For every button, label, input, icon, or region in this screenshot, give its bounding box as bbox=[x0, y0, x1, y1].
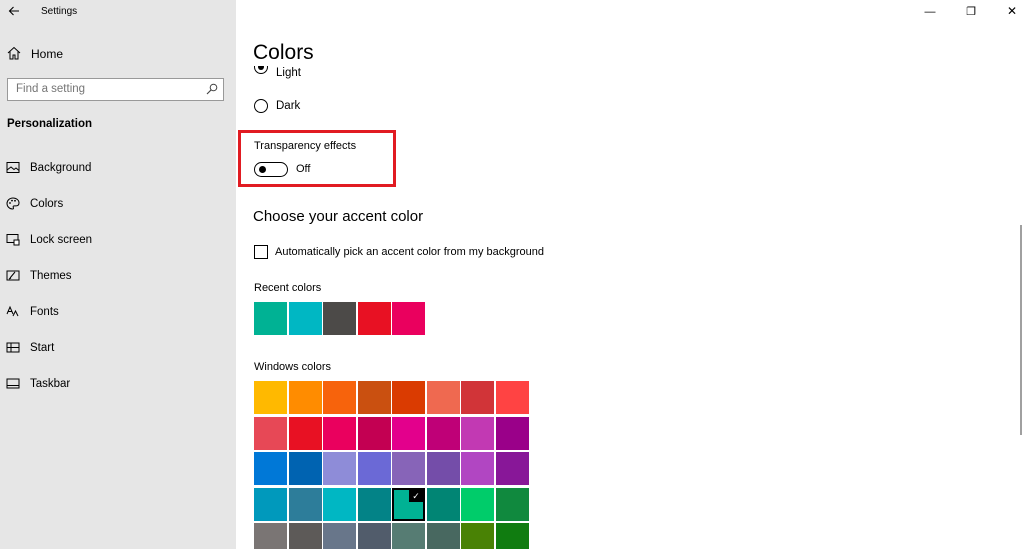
windows-color-swatch[interactable] bbox=[357, 416, 391, 450]
sidebar-item-background[interactable]: Background bbox=[0, 155, 236, 181]
windows-color-swatch[interactable] bbox=[288, 487, 322, 521]
windows-color-swatch[interactable] bbox=[495, 452, 529, 485]
sidebar-item-label: Fonts bbox=[30, 306, 59, 318]
sidebar-item-lock-screen[interactable]: Lock screen bbox=[0, 227, 236, 253]
windows-color-swatch[interactable] bbox=[495, 416, 529, 450]
title-backdrop bbox=[236, 0, 1024, 70]
search-icon[interactable] bbox=[206, 83, 218, 95]
windows-color-swatch[interactable] bbox=[254, 416, 287, 450]
sidebar: Settings Home Personalization Background… bbox=[0, 0, 236, 549]
windows-color-swatch[interactable] bbox=[357, 452, 391, 485]
windows-color-swatch[interactable] bbox=[392, 452, 425, 485]
recent-color-swatch[interactable] bbox=[288, 302, 322, 335]
taskbar-icon bbox=[6, 378, 20, 389]
sidebar-item-label: Colors bbox=[30, 198, 64, 210]
windows-color-swatch[interactable] bbox=[357, 381, 391, 414]
windows-colors-label: Windows colors bbox=[254, 361, 332, 373]
lock-screen-icon bbox=[6, 234, 20, 246]
recent-color-swatch[interactable] bbox=[357, 302, 391, 335]
auto-pick-label: Automatically pick an accent color from … bbox=[275, 246, 545, 258]
section-title: Personalization bbox=[7, 118, 92, 130]
dark-radio-label: Dark bbox=[276, 100, 301, 112]
windows-color-swatch[interactable]: ✓ bbox=[392, 487, 425, 521]
search-input[interactable] bbox=[16, 83, 196, 95]
windows-color-swatch[interactable] bbox=[323, 381, 356, 414]
windows-color-swatch[interactable] bbox=[392, 381, 425, 414]
windows-color-swatch[interactable] bbox=[254, 452, 287, 485]
palette-icon bbox=[6, 197, 20, 210]
windows-color-swatch[interactable] bbox=[323, 452, 356, 485]
sidebar-item-taskbar[interactable]: Taskbar bbox=[0, 371, 236, 397]
windows-color-swatch[interactable] bbox=[357, 523, 391, 549]
scrollbar[interactable] bbox=[1020, 225, 1022, 435]
windows-color-swatch[interactable] bbox=[461, 381, 494, 414]
windows-color-swatch[interactable] bbox=[288, 381, 322, 414]
recent-color-swatch[interactable] bbox=[392, 302, 425, 335]
transparency-state: Off bbox=[296, 163, 311, 175]
windows-color-swatch[interactable] bbox=[461, 487, 494, 521]
windows-color-swatch[interactable] bbox=[288, 523, 322, 549]
sidebar-item-label: Home bbox=[31, 47, 64, 61]
fonts-icon bbox=[6, 305, 19, 317]
windows-color-swatch[interactable] bbox=[495, 487, 529, 521]
app-title: Settings bbox=[41, 6, 78, 17]
windows-color-swatch[interactable] bbox=[323, 487, 356, 521]
windows-color-swatch[interactable] bbox=[357, 487, 391, 521]
sidebar-item-home[interactable]: Home bbox=[0, 40, 236, 68]
recent-color-swatch[interactable] bbox=[323, 302, 356, 335]
sidebar-item-label: Taskbar bbox=[30, 378, 71, 390]
windows-color-swatch[interactable] bbox=[426, 416, 460, 450]
windows-color-swatch[interactable] bbox=[426, 381, 460, 414]
recent-color-swatch[interactable] bbox=[254, 302, 287, 335]
windows-color-swatch[interactable] bbox=[288, 452, 322, 485]
sidebar-item-colors[interactable]: Colors bbox=[0, 191, 236, 217]
transparency-toggle[interactable] bbox=[254, 162, 288, 177]
back-button[interactable] bbox=[6, 3, 22, 19]
windows-color-swatch[interactable] bbox=[392, 416, 425, 450]
auto-pick-checkbox[interactable] bbox=[254, 245, 268, 259]
search-box[interactable] bbox=[7, 78, 224, 101]
transparency-highlight bbox=[238, 130, 396, 187]
transparency-title: Transparency effects bbox=[254, 140, 357, 152]
windows-color-swatch[interactable] bbox=[254, 487, 287, 521]
dark-radio[interactable] bbox=[254, 99, 268, 113]
windows-color-swatch[interactable] bbox=[323, 523, 356, 549]
title-bar: Settings bbox=[0, 0, 236, 24]
windows-color-swatch[interactable] bbox=[426, 452, 460, 485]
windows-color-swatch[interactable] bbox=[254, 381, 287, 414]
windows-color-swatch[interactable] bbox=[495, 523, 529, 549]
windows-color-swatch[interactable] bbox=[426, 487, 460, 521]
windows-color-swatch[interactable] bbox=[461, 523, 494, 549]
home-icon bbox=[7, 46, 21, 60]
sidebar-item-label: Lock screen bbox=[30, 234, 93, 246]
sidebar-item-fonts[interactable]: Fonts bbox=[0, 299, 236, 325]
windows-color-swatch[interactable] bbox=[426, 523, 460, 549]
windows-color-swatch[interactable] bbox=[461, 416, 494, 450]
picture-icon bbox=[6, 162, 20, 173]
windows-color-swatch[interactable] bbox=[323, 416, 356, 450]
checkmark-icon: ✓ bbox=[409, 489, 423, 502]
recent-colors-label: Recent colors bbox=[254, 282, 322, 294]
accent-heading: Choose your accent color bbox=[253, 208, 424, 225]
windows-color-swatch[interactable] bbox=[392, 523, 425, 549]
windows-color-swatch[interactable] bbox=[461, 452, 494, 485]
main-content: Colors Light Dark Transparency effects O… bbox=[236, 0, 1024, 549]
windows-color-swatch[interactable] bbox=[495, 381, 529, 414]
sidebar-item-label: Start bbox=[30, 342, 55, 354]
arrow-left-icon bbox=[8, 6, 19, 16]
sidebar-item-label: Background bbox=[30, 162, 92, 174]
windows-color-swatch[interactable] bbox=[288, 416, 322, 450]
themes-icon bbox=[6, 270, 20, 281]
sidebar-item-start[interactable]: Start bbox=[0, 335, 236, 361]
windows-color-swatch[interactable] bbox=[254, 523, 287, 549]
sidebar-item-themes[interactable]: Themes bbox=[0, 263, 236, 289]
start-icon bbox=[6, 342, 20, 353]
sidebar-item-label: Themes bbox=[30, 270, 72, 282]
